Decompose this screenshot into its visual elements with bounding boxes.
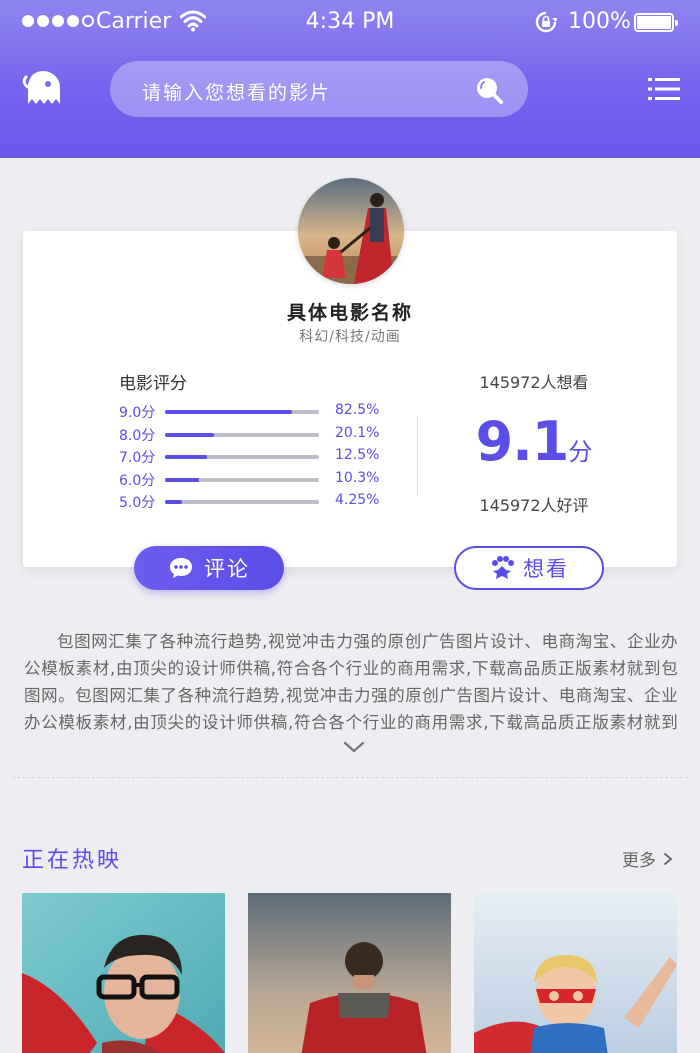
movie-genre: 科幻/科技/动画 <box>299 329 401 345</box>
menu-icon[interactable] <box>648 77 680 101</box>
comment-button[interactable]: 评论 <box>134 546 284 590</box>
rating-breakdown: 9.0分 82.5% 8.0分 20.1% 7.0分 12.5% 6.0分 10… <box>119 402 409 515</box>
rating-percent: 20.1% <box>335 424 380 441</box>
movie-poster[interactable] <box>474 893 677 1053</box>
status-bar: Carrier 4:34 PM 100% <box>0 0 700 46</box>
rating-percent: 12.5% <box>335 447 380 463</box>
rating-star-label: 7.0分 <box>119 450 156 466</box>
rating-percent: 82.5% <box>335 402 380 418</box>
movie-description: 包图网汇集了各种流行趋势,视觉冲击力强的原创广告图片设计、电商淘宝、企业办公模板… <box>24 632 678 732</box>
score-unit: 分 <box>568 438 593 466</box>
header: Carrier 4:34 PM 100% 请输入您想看的影片 <box>0 0 700 158</box>
search-icon[interactable] <box>474 75 504 105</box>
chevron-down-icon[interactable] <box>342 740 366 754</box>
rating-percent: 10.3% <box>335 469 380 486</box>
rating-star-label: 8.0分 <box>119 427 156 444</box>
search-input[interactable]: 请输入您想看的影片 <box>142 78 331 105</box>
want-to-watch-button[interactable]: 想看 <box>454 546 604 590</box>
chat-icon <box>170 558 192 578</box>
rating-bar-fill <box>165 410 293 414</box>
rating-bar-fill <box>165 477 199 482</box>
battery-percent: 100% <box>568 9 631 34</box>
movie-score: 9.1分 <box>418 410 650 473</box>
rating-row: 5.0分 4.25% <box>119 492 409 515</box>
rating-row: 7.0分 12.5% <box>119 447 409 470</box>
rating-star-label: 6.0分 <box>119 472 156 489</box>
section-divider <box>12 777 688 778</box>
paw-icon <box>492 556 514 579</box>
more-link-label: 更多 <box>622 851 656 871</box>
rating-bar-fill <box>165 500 182 504</box>
movie-poster[interactable] <box>22 893 225 1053</box>
rating-percent: 4.25% <box>335 492 380 508</box>
ghost-icon[interactable] <box>22 68 64 110</box>
score-value: 9.1 <box>475 410 570 473</box>
rating-star-label: 9.0分 <box>119 405 156 421</box>
now-showing-title: 正在热映 <box>22 848 123 873</box>
rating-bar-fill <box>165 432 215 437</box>
rating-row: 6.0分 10.3% <box>119 470 409 493</box>
more-link[interactable]: 更多 <box>622 846 673 871</box>
rating-row: 9.0分 82.5% <box>119 402 409 425</box>
want-count: 145972人想看 <box>479 373 589 392</box>
rating-bar-fill <box>165 455 207 459</box>
movie-avatar[interactable] <box>298 178 404 284</box>
rating-bar <box>165 432 319 437</box>
lock-rotation-icon <box>535 11 557 33</box>
search-bar[interactable]: 请输入您想看的影片 <box>110 61 528 117</box>
battery-icon <box>634 13 678 32</box>
movie-poster[interactable] <box>248 893 451 1053</box>
rating-bar <box>165 410 319 414</box>
movie-title: 具体电影名称 <box>286 302 413 324</box>
comment-button-label: 评论 <box>204 557 250 581</box>
want-button-label: 想看 <box>523 557 569 581</box>
good-review-count: 145972人好评 <box>479 496 589 515</box>
chevron-right-icon <box>664 853 673 865</box>
rating-bar <box>165 477 319 482</box>
rating-star-label: 5.0分 <box>119 495 156 511</box>
rating-bar <box>165 500 319 504</box>
rating-row: 8.0分 20.1% <box>119 425 409 448</box>
rating-label: 电影评分 <box>119 374 187 394</box>
rating-bar <box>165 455 319 459</box>
